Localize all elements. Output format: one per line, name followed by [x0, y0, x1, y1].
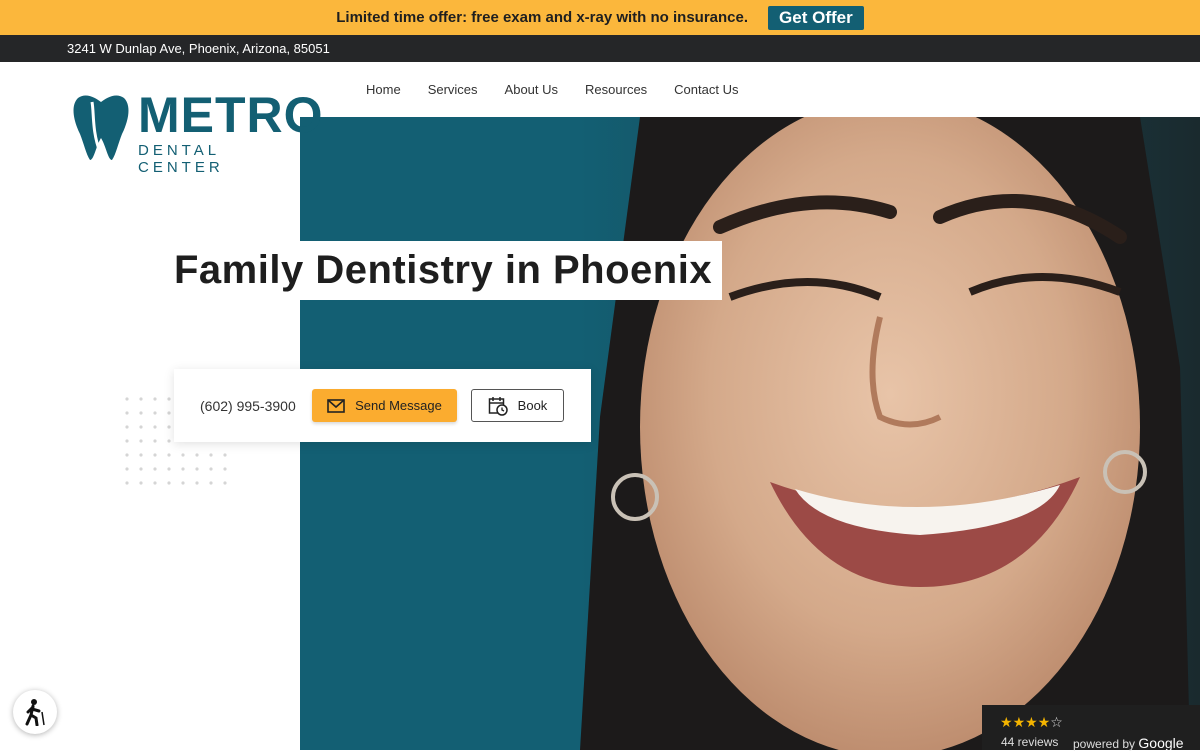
hero-headline: Family Dentistry in Phoenix — [174, 248, 713, 292]
book-label: Book — [517, 398, 548, 413]
book-button[interactable]: Book — [471, 389, 564, 422]
envelope-icon — [327, 398, 345, 413]
google-wordmark: Google — [1138, 735, 1184, 751]
star-icon: ★ — [1000, 714, 1013, 730]
calendar-clock-icon — [488, 396, 508, 416]
accessibility-icon — [25, 699, 45, 726]
main-nav: Home Services About Us Resources Contact… — [366, 82, 738, 97]
nav-services[interactable]: Services — [428, 82, 478, 97]
get-offer-button[interactable]: Get Offer — [768, 5, 864, 30]
powered-label: powered by — [1073, 737, 1136, 751]
logo-subtitle: DENTAL CENTER — [138, 142, 224, 176]
star-icon: ★ — [1037, 714, 1051, 730]
phone-link[interactable]: (602) 995-3900 — [200, 398, 296, 414]
address-bar: 3241 W Dunlap Ave, Phoenix, Arizona, 850… — [0, 35, 1200, 62]
google-reviews-badge[interactable]: ★★★★☆ 44 reviews powered by Google — [982, 705, 1200, 751]
send-message-label: Send Message — [355, 398, 442, 413]
nav-home[interactable]: Home — [366, 82, 401, 97]
nav-contact-us[interactable]: Contact Us — [674, 82, 738, 97]
smiling-woman-image — [580, 117, 1200, 750]
nav-about-us[interactable]: About Us — [505, 82, 558, 97]
send-message-button[interactable]: Send Message — [312, 389, 457, 422]
star-icon: ★ — [1025, 714, 1038, 730]
logo[interactable]: METRO DENTAL CENTER — [70, 90, 323, 176]
accessibility-button[interactable] — [13, 690, 57, 734]
nav-resources[interactable]: Resources — [585, 82, 647, 97]
promo-bar: Limited time offer: free exam and x-ray … — [0, 0, 1200, 35]
tooth-icon — [73, 95, 129, 160]
review-count: 44 reviews — [1001, 735, 1059, 749]
headline-box: Family Dentistry in Phoenix — [172, 241, 722, 300]
logo-title: METRO — [138, 87, 324, 143]
powered-by: powered by Google — [1073, 735, 1184, 751]
hero-photo — [580, 117, 1200, 750]
star-outline-icon: ☆ — [1050, 714, 1063, 730]
promo-text: Limited time offer: free exam and x-ray … — [336, 9, 749, 26]
cta-card: (602) 995-3900 Send Message Book — [174, 369, 591, 442]
star-icon: ★ — [1012, 714, 1026, 730]
address-text: 3241 W Dunlap Ave, Phoenix, Arizona, 850… — [67, 41, 330, 56]
rating-stars: ★★★★☆ — [1000, 714, 1063, 731]
